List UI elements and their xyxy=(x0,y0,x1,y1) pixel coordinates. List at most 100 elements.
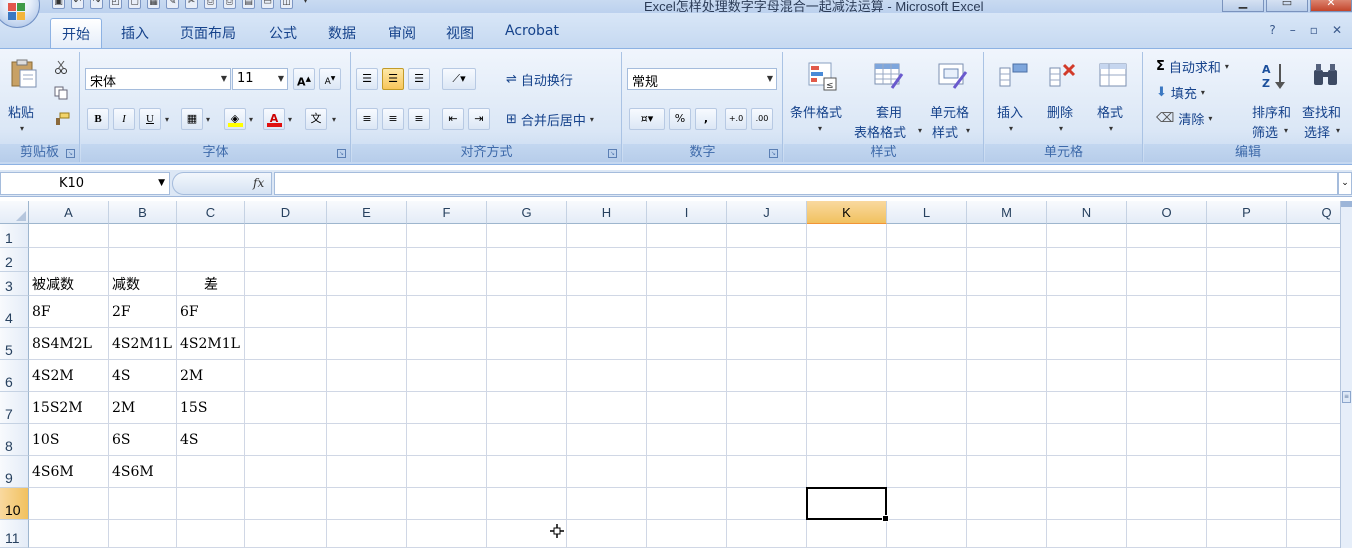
column-header-A[interactable]: A xyxy=(29,201,109,224)
row-header-1[interactable]: 1 xyxy=(0,224,29,248)
font-size-combo[interactable]: 11 ▼ xyxy=(232,68,288,90)
quick-print-icon[interactable]: ⎙ xyxy=(223,0,236,9)
print-icon[interactable]: ⎙ xyxy=(204,0,217,9)
tab-review[interactable]: 审阅 xyxy=(388,23,416,43)
underline-dropdown-icon[interactable]: ▾ xyxy=(165,115,169,124)
minimize-button[interactable]: ▁ xyxy=(1222,0,1264,12)
column-header-D[interactable]: D xyxy=(245,201,327,224)
decrease-decimal-button[interactable]: .00 xyxy=(751,108,773,130)
cell-B3[interactable]: 减数 xyxy=(109,272,177,296)
row-header-11[interactable]: 11 xyxy=(0,520,29,548)
fill-color-button[interactable]: ◈ xyxy=(224,108,246,130)
cut-icon[interactable] xyxy=(54,60,68,74)
find-select-button[interactable]: 查找和 选择 ▾ xyxy=(1302,58,1352,143)
align-left-button[interactable]: ≡ xyxy=(356,108,378,130)
insert-cells-button[interactable]: 插入 ▾ xyxy=(991,58,1035,143)
orientation-button[interactable]: ⟋▾ xyxy=(442,68,476,90)
alignment-launcher-icon[interactable]: ↘ xyxy=(608,149,617,158)
column-header-H[interactable]: H xyxy=(567,201,647,224)
borders-dropdown-icon[interactable]: ▾ xyxy=(206,115,210,124)
comma-style-button[interactable]: , xyxy=(695,108,717,130)
undo-icon[interactable]: ↶ xyxy=(71,0,84,9)
cell-C6[interactable]: 2M xyxy=(177,360,245,392)
restore-workbook-icon[interactable]: ▫ xyxy=(1310,23,1318,37)
sort-filter-button[interactable]: A Z 排序和 筛选 ▾ xyxy=(1252,58,1300,143)
format-painter-icon[interactable] xyxy=(54,112,70,126)
row-header-2[interactable]: 2 xyxy=(0,248,29,272)
increase-decimal-button[interactable]: +.0 xyxy=(725,108,747,130)
delete-cells-button[interactable]: 删除 ▾ xyxy=(1041,58,1085,143)
underline-button[interactable]: U xyxy=(139,108,161,130)
phonetic-button[interactable]: 文 xyxy=(305,108,327,130)
preview-icon[interactable]: ◫ xyxy=(280,0,293,9)
format-as-table-button[interactable]: 套用 表格格式 ▾ xyxy=(854,58,924,143)
redo-icon[interactable]: ↷ xyxy=(90,0,103,9)
fill-color-dropdown-icon[interactable]: ▾ xyxy=(249,115,253,124)
column-header-P[interactable]: P xyxy=(1207,201,1287,224)
font-color-dropdown-icon[interactable]: ▾ xyxy=(288,115,292,124)
row-header-4[interactable]: 4 xyxy=(0,296,29,328)
bold-button[interactable]: B xyxy=(87,108,109,130)
select-all-button[interactable] xyxy=(0,201,29,224)
cell-styles-button[interactable]: 单元格 样式 ▾ xyxy=(928,58,980,143)
column-header-Q[interactable]: Q xyxy=(1287,201,1340,224)
column-header-M[interactable]: M xyxy=(967,201,1047,224)
close-workbook-icon[interactable]: ✕ xyxy=(1332,23,1342,37)
column-header-O[interactable]: O xyxy=(1127,201,1207,224)
active-cell[interactable] xyxy=(806,487,889,522)
minimize-workbook-icon[interactable]: – xyxy=(1290,23,1296,37)
column-header-B[interactable]: B xyxy=(109,201,177,224)
tab-home[interactable]: 开始 xyxy=(50,18,102,48)
cell-B6[interactable]: 4S xyxy=(109,360,177,392)
row-header-8[interactable]: 8 xyxy=(0,424,29,456)
cell-C3[interactable]: 差 xyxy=(177,272,245,296)
help-icon[interactable]: ? xyxy=(1269,23,1275,37)
split-box[interactable] xyxy=(1341,201,1352,207)
cell-C7[interactable]: 15S xyxy=(177,392,245,424)
clipboard-launcher-icon[interactable]: ↘ xyxy=(66,149,75,158)
cell-A7[interactable]: 15S2M xyxy=(29,392,109,424)
tab-page-layout[interactable]: 页面布局 xyxy=(180,23,236,43)
column-header-C[interactable]: C xyxy=(177,201,245,224)
column-header-F[interactable]: F xyxy=(407,201,487,224)
column-header-I[interactable]: I xyxy=(647,201,727,224)
column-header-J[interactable]: J xyxy=(727,201,807,224)
grid-icon[interactable]: ▦ xyxy=(147,0,160,9)
conditional-formatting-button[interactable]: ≤ 条件格式 ▾ xyxy=(788,58,852,143)
row-header-10[interactable]: 10 xyxy=(0,488,29,520)
clear-button[interactable]: ⌫ 清除 ▾ xyxy=(1156,109,1212,128)
restore-button[interactable]: ▭ xyxy=(1266,0,1308,12)
cell-C8[interactable]: 4S xyxy=(177,424,245,456)
tab-view[interactable]: 视图 xyxy=(446,23,474,43)
shrink-font-button[interactable]: A▼ xyxy=(319,68,341,90)
merge-center-button[interactable]: ⊞ 合并后居中 ▾ xyxy=(506,110,594,129)
cell-A3[interactable]: 被减数 xyxy=(29,272,109,296)
cell-B5[interactable]: 4S2M1L xyxy=(109,328,177,360)
phonetic-dropdown-icon[interactable]: ▾ xyxy=(332,115,336,124)
paste-button[interactable]: 粘贴 ▾ xyxy=(8,58,40,138)
column-header-G[interactable]: G xyxy=(487,201,567,224)
cell-A8[interactable]: 10S xyxy=(29,424,109,456)
column-header-L[interactable]: L xyxy=(887,201,967,224)
borders-button[interactable]: ▦ xyxy=(181,108,203,130)
column-header-N[interactable]: N xyxy=(1047,201,1127,224)
worksheet-grid[interactable]: ABCDEFGHIJKLMNOPQ 1 2 3 4 5 6 7 8 9 10 11 被减数 减数差 8F… xyxy=(0,201,1340,548)
font-name-combo[interactable]: 宋体 ▼ xyxy=(85,68,231,90)
number-launcher-icon[interactable]: ↘ xyxy=(769,149,778,158)
cell-B4[interactable]: 2F xyxy=(109,296,177,328)
customize-arrow-icon[interactable]: ▾ xyxy=(299,0,312,9)
font-color-button[interactable]: A xyxy=(263,108,285,130)
align-top-button[interactable]: ☰ xyxy=(356,68,378,90)
new-document-icon[interactable]: ▢ xyxy=(128,0,141,9)
tab-formulas[interactable]: 公式 xyxy=(269,23,297,43)
formula-input[interactable] xyxy=(274,172,1338,195)
cell-C4[interactable]: 6F xyxy=(177,296,245,328)
insert-function-icon[interactable]: fx xyxy=(253,176,264,190)
tab-acrobat[interactable]: Acrobat xyxy=(505,23,559,39)
scroll-thumb[interactable]: ≡ xyxy=(1342,391,1351,403)
column-header-K[interactable]: K xyxy=(807,201,887,224)
name-box[interactable]: K10 ▼ xyxy=(0,172,170,195)
cell-B8[interactable]: 6S xyxy=(109,424,177,456)
align-middle-button[interactable]: ☰ xyxy=(382,68,404,90)
cell-A6[interactable]: 4S2M xyxy=(29,360,109,392)
